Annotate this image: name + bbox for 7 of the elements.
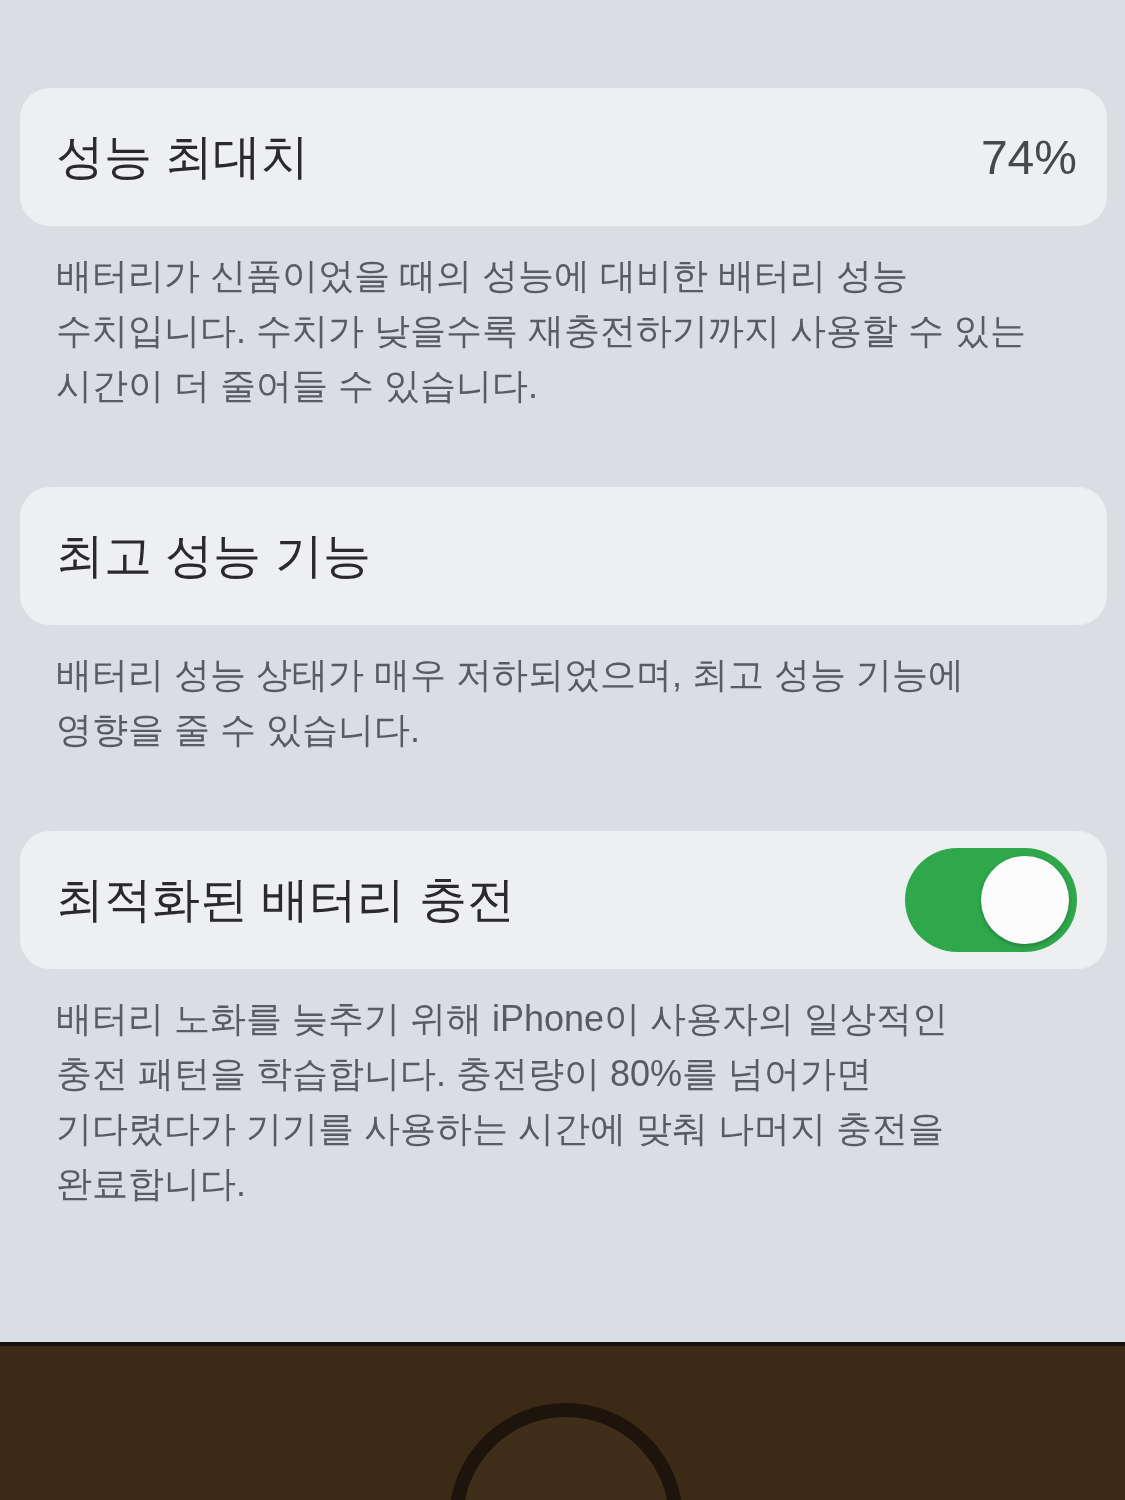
footer-description: 배터리 성능 상태가 매우 저하되었으며, 최고 성능 기능에 영향을 줄 수 있습니다. (56, 653, 965, 752)
row-title: 성능 최대치 (56, 129, 310, 185)
row-title: 최적화된 배터리 충전 (56, 872, 515, 928)
footer-description: 배터리 노화를 늦추기 위해 iPhone이 사용자의 일상적인 충전 패턴을 학습합니다. 충전량이 80%를 넘어가면 기다렸다가 기기를 사용하는 시간에 맞춰 나머지 충전을 완료합니다. (56, 997, 950, 1206)
row-title: 최고 성능 기능 (56, 528, 371, 584)
footer-description: 배터리가 신품이었을 때의 성능에 대비한 배터리 성능 수치입니다. 수치가 낮을수록 재충전하기까지 사용할 수 있는 시간이 더 줄어들 수 있습니다. (56, 254, 1027, 408)
row-value: 74% (980, 129, 1077, 185)
